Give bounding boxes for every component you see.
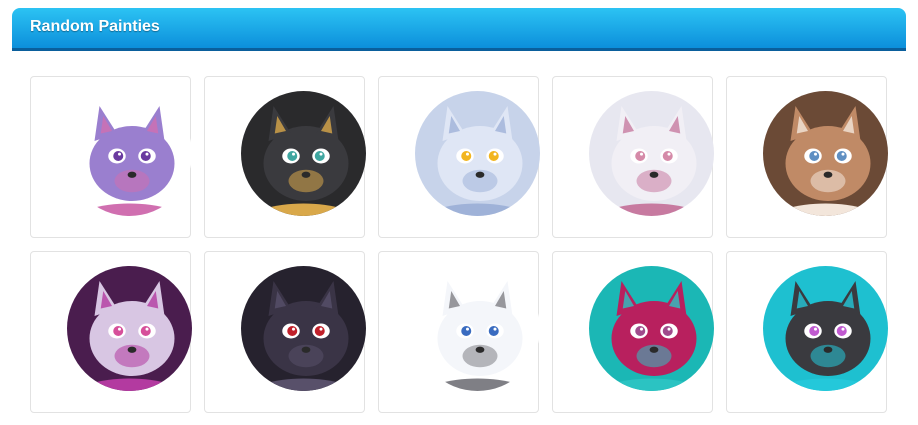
painty-card[interactable]: [378, 76, 540, 238]
shark-avatar[interactable]: [67, 266, 192, 391]
painty-card[interactable]: [30, 76, 192, 238]
section-title: Random Painties: [30, 18, 160, 35]
purple-dragon-avatar[interactable]: [67, 91, 192, 216]
painty-card[interactable]: [204, 251, 366, 413]
dark-wolf-avatar[interactable]: [241, 266, 366, 391]
polar-bear-avatar[interactable]: [415, 266, 540, 391]
black-bird-avatar[interactable]: [241, 91, 366, 216]
painty-card[interactable]: [378, 251, 540, 413]
black-cyan-dragon-avatar[interactable]: [763, 266, 888, 391]
painty-card[interactable]: [552, 76, 714, 238]
painty-card[interactable]: [726, 251, 888, 413]
section-header: Random Painties: [12, 8, 906, 51]
painty-card[interactable]: [726, 76, 888, 238]
painties-grid: [30, 76, 888, 413]
painty-card[interactable]: [552, 251, 714, 413]
teal-pony-avatar[interactable]: [589, 266, 714, 391]
painty-card[interactable]: [204, 76, 366, 238]
painty-card[interactable]: [30, 251, 192, 413]
white-dragon-avatar[interactable]: [415, 91, 540, 216]
otter-avatar[interactable]: [763, 91, 888, 216]
white-fox-avatar[interactable]: [589, 91, 714, 216]
